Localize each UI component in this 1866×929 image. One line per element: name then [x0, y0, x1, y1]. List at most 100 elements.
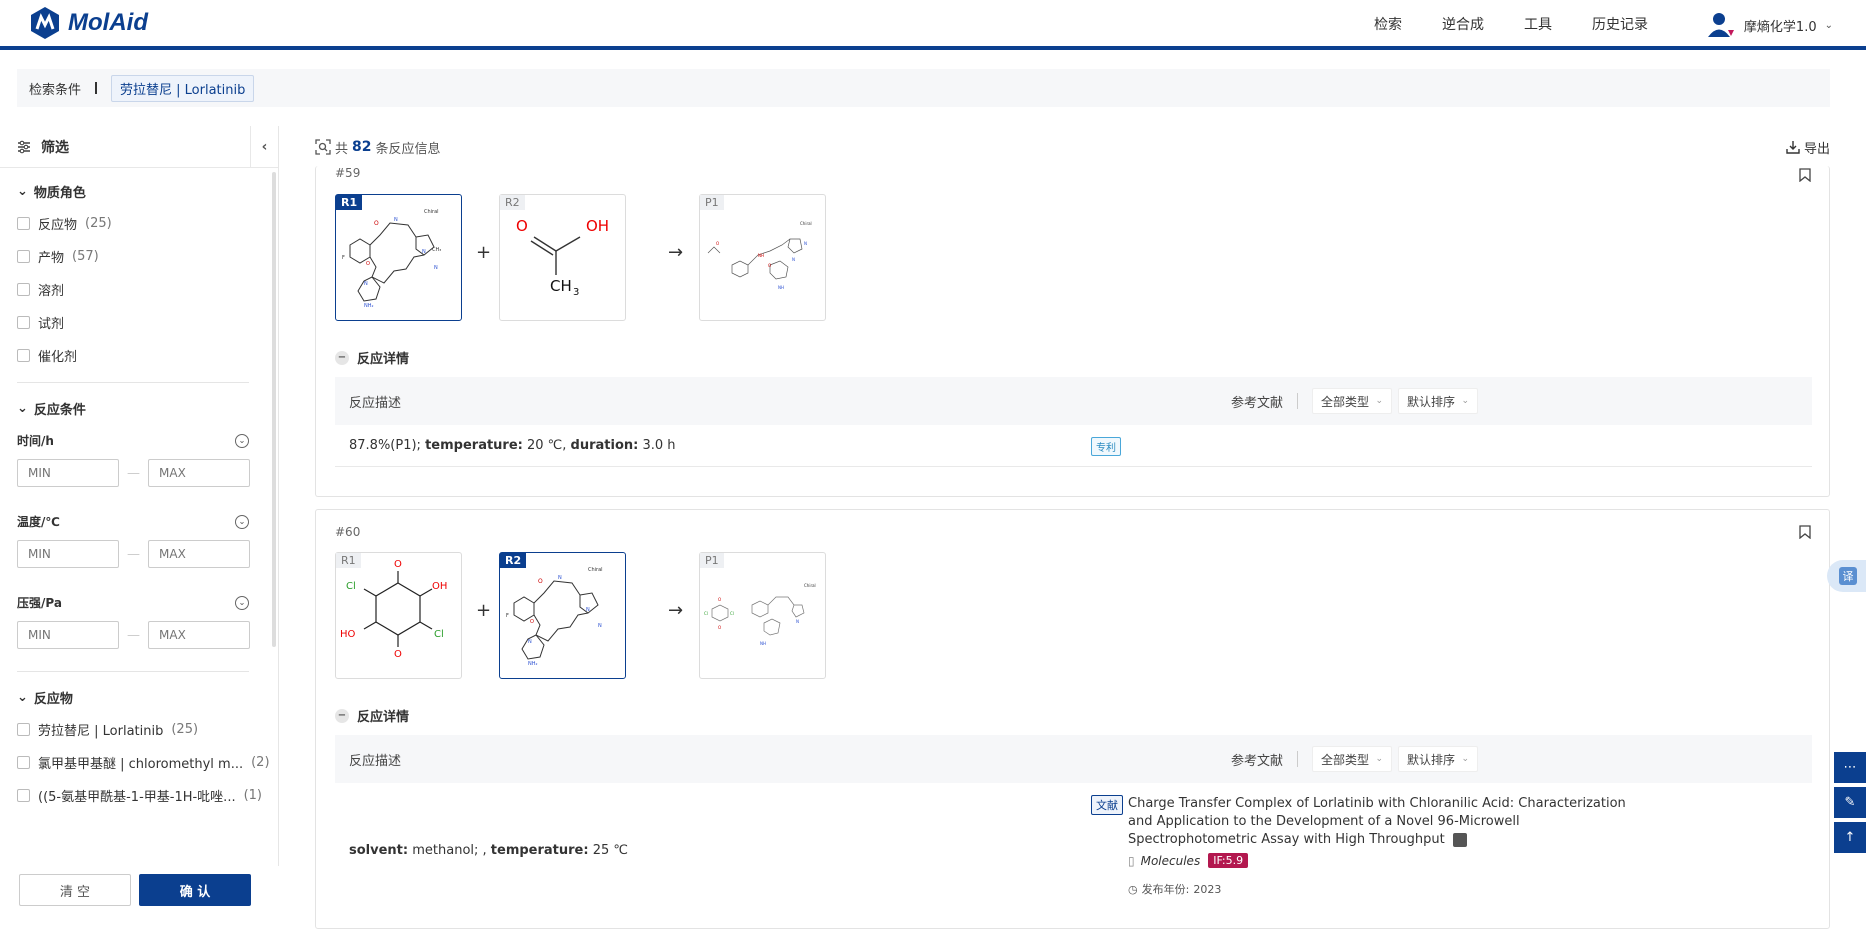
nav-retrosynthesis[interactable]: 逆合成 [1442, 14, 1484, 34]
reactant-option[interactable]: 劳拉替尼 | Lorlatinib (25) [0, 713, 278, 746]
svg-text:NH₂: NH₂ [528, 661, 538, 667]
detail-table-header: 反应描述 参考文献 全部类型 ⌄ 默认排序 ⌄ [335, 735, 1812, 783]
checkbox[interactable] [17, 789, 30, 802]
svg-text:CH₃: CH₃ [432, 247, 441, 253]
bookmark-icon[interactable] [1799, 168, 1811, 182]
svg-text:N: N [528, 639, 532, 645]
molecule-r1[interactable]: O O OH HO Cl Cl R1 [335, 552, 462, 679]
expand-icon[interactable]: ⌄ [235, 433, 249, 448]
nav-tools[interactable]: 工具 [1524, 14, 1552, 34]
collapse-sidebar-button[interactable]: ‹ [250, 126, 278, 168]
divider [17, 671, 249, 672]
reactant-option[interactable]: ((5-氨基甲酰基-1-甲基-1H-吡唑... (1) [0, 779, 278, 812]
molecule-p1[interactable]: Chiral O O Cl Cl NH N P1 [699, 552, 826, 679]
detail-title: 反应详情 [357, 352, 410, 367]
reactant-option[interactable]: 氯甲基甲基醚 | chloromethyl m... (2) [0, 746, 278, 779]
count-suffix: 条反应信息 [375, 141, 441, 157]
molecule-r2[interactable]: Chiral F O N N O N NH₂ N R2 [499, 552, 626, 679]
export-button[interactable]: 导出 [1786, 138, 1830, 157]
condition-section-title[interactable]: ⌄ 反应条件 [0, 399, 278, 418]
external-link-icon[interactable] [1452, 832, 1467, 847]
structure-product: Chiral O NH O N N NH [707, 221, 812, 290]
reaction-card: #59 Chiral F O N N O N NH₂ N CH₃ R1 + O … [315, 166, 1830, 497]
reaction-id: #60 [335, 525, 361, 539]
nav-search[interactable]: 检索 [1374, 14, 1402, 34]
checkbox[interactable] [17, 756, 30, 769]
time-max-input[interactable] [148, 459, 250, 487]
option-label: 试剂 [38, 317, 65, 332]
svg-text:HO: HO [340, 629, 356, 640]
role-option-reagent[interactable]: 试剂 [0, 306, 278, 339]
checkbox[interactable] [17, 316, 30, 329]
role-option-product[interactable]: 产物 (57) [0, 240, 278, 273]
temp-min-input[interactable] [17, 540, 119, 568]
checkbox[interactable] [17, 250, 30, 263]
mol-role-tag: R2 [500, 553, 527, 568]
confirm-button[interactable]: 确 认 [139, 874, 251, 906]
bookmark-icon[interactable] [1799, 525, 1811, 539]
checkbox[interactable] [17, 283, 30, 296]
role-section-title[interactable]: ⌄ 物质角色 [0, 182, 278, 201]
main-nav: 检索 逆合成 工具 历史记录 [1374, 14, 1648, 34]
plus-icon: + [476, 242, 492, 263]
col-description: 反应描述 [349, 753, 402, 769]
mol-role-tag: R1 [336, 553, 361, 568]
translate-button[interactable]: 译 [1827, 560, 1866, 592]
checkbox[interactable] [17, 217, 30, 230]
reference-title[interactable]: Charge Transfer Complex of Lorlatinib wi… [1128, 795, 1648, 849]
molecule-r1[interactable]: Chiral F O N N O N NH₂ N CH₃ R1 [335, 194, 462, 321]
time-min-input[interactable] [17, 459, 119, 487]
reference-title-text: Charge Transfer Complex of Lorlatinib wi… [1128, 796, 1626, 847]
pressure-range-label: 压强/Pa ⌄ [0, 594, 278, 611]
col-reference: 参考文献 [1231, 395, 1284, 411]
molecule-p1[interactable]: Chiral O NH O N N NH P1 [699, 194, 826, 321]
condition-tag[interactable]: 劳拉替尼 | Lorlatinib [111, 74, 255, 102]
reactant-section-title[interactable]: ⌄ 反应物 [0, 688, 278, 707]
back-to-top-button[interactable]: ↑ [1834, 822, 1866, 853]
select-value: 全部类型 [1321, 394, 1370, 409]
sort-select[interactable]: 默认排序 ⌄ [1398, 388, 1479, 414]
chevron-down-icon: ⌄ [1824, 19, 1833, 31]
temp-key: temperature: [425, 438, 523, 453]
role-option-catalyst[interactable]: 催化剂 [0, 339, 278, 372]
reaction-detail-toggle[interactable]: − 反应详情 [335, 348, 409, 367]
molecule-r2[interactable]: O OH CH 3 R2 [499, 194, 626, 321]
type-select[interactable]: 全部类型 ⌄ [1312, 746, 1393, 772]
patent-badge[interactable]: 专利 [1091, 437, 1121, 456]
pressure-max-input[interactable] [148, 621, 250, 649]
clear-button[interactable]: 清 空 [19, 874, 131, 906]
collapse-icon: − [335, 708, 349, 723]
expand-icon[interactable]: ⌄ [235, 595, 249, 610]
svg-text:F: F [342, 255, 345, 261]
sort-select[interactable]: 默认排序 ⌄ [1398, 746, 1479, 772]
role-option-solvent[interactable]: 溶剂 [0, 273, 278, 306]
temp-range-label: 温度/℃ ⌄ [0, 513, 278, 530]
user-menu[interactable]: 摩熵化学1.0 ⌄ [1706, 10, 1833, 40]
logo[interactable]: MolAid [28, 6, 148, 40]
export-label: 导出 [1803, 141, 1830, 157]
sidebar-scrollbar[interactable] [272, 172, 276, 647]
chevron-down-icon: ⌄ [1375, 396, 1384, 406]
range-label-text: 压强/Pa [17, 596, 62, 610]
temp-max-input[interactable] [148, 540, 250, 568]
reaction-description: solvent: methanol; , temperature: 25 ℃ [349, 843, 628, 858]
checkbox[interactable] [17, 723, 30, 736]
checkbox[interactable] [17, 349, 30, 362]
feedback-button[interactable]: ✎ [1834, 787, 1866, 818]
solvent-value: methanol; , [412, 843, 487, 858]
role-option-reactant[interactable]: 反应物 (25) [0, 207, 278, 240]
svg-text:O: O [366, 261, 370, 267]
chat-button[interactable]: ⋯ [1834, 752, 1866, 783]
type-select[interactable]: 全部类型 ⌄ [1312, 388, 1393, 414]
svg-text:O: O [718, 597, 721, 602]
svg-text:3: 3 [573, 287, 579, 298]
detail-row: 87.8%(P1); temperature: 20 ℃, duration: … [335, 425, 1812, 467]
reaction-detail-toggle[interactable]: − 反应详情 [335, 706, 409, 725]
structure-chloranilic-acid: O O OH HO Cl Cl [340, 559, 447, 660]
journal-name: Molecules [1140, 853, 1201, 868]
svg-text:N: N [792, 257, 795, 262]
top-header: MolAid 检索 逆合成 工具 历史记录 摩熵化学1.0 ⌄ [0, 0, 1866, 50]
pressure-min-input[interactable] [17, 621, 119, 649]
nav-history[interactable]: 历史记录 [1592, 14, 1648, 34]
expand-icon[interactable]: ⌄ [235, 514, 249, 529]
